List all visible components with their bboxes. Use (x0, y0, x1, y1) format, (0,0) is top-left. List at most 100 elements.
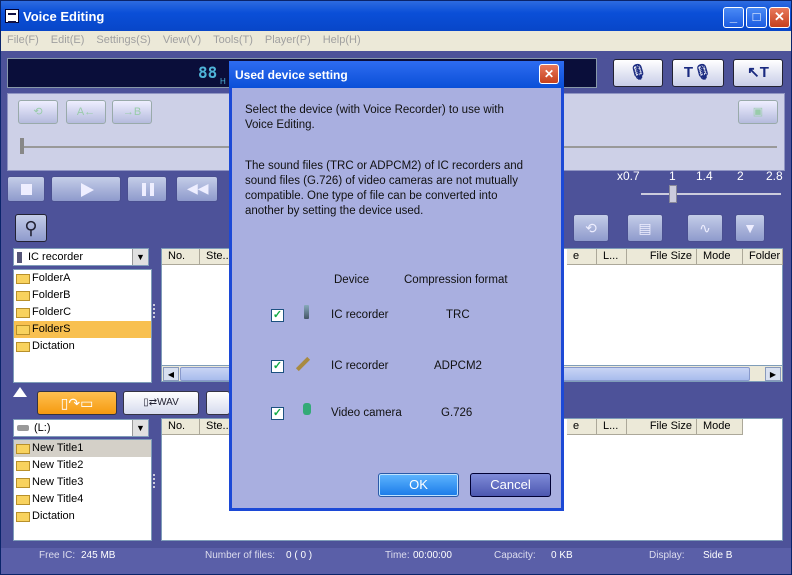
device-checkbox-video-g726[interactable]: ✓ (271, 407, 284, 420)
app-icon (5, 9, 19, 23)
chevron-down-icon[interactable]: ▼ (132, 420, 148, 436)
play-button[interactable] (51, 176, 121, 202)
folder-label: New Title3 (32, 476, 84, 488)
menu-player[interactable]: Player(P) (259, 31, 317, 46)
a-b-end-button[interactable]: →B (112, 100, 152, 124)
dialog-close-button[interactable]: ✕ (539, 64, 559, 84)
speed-label-1: 1 (669, 169, 676, 183)
folder-label: New Title2 (32, 459, 84, 471)
col-length[interactable]: L... (597, 419, 627, 435)
recorder-icon (17, 252, 22, 263)
maximize-button[interactable]: □ (746, 7, 767, 28)
col-mode[interactable]: Mode (697, 419, 743, 435)
time-label: Time: (385, 550, 410, 561)
col-file-size[interactable]: File Size (627, 249, 697, 265)
folder-open-icon (16, 325, 30, 335)
folder-dictation[interactable]: Dictation (14, 338, 151, 355)
folder-icon (16, 444, 30, 454)
split-button[interactable]: ▣ (738, 100, 778, 124)
close-icon: ✕ (543, 67, 555, 81)
col-e[interactable]: e (567, 419, 597, 435)
collapse-up-icon[interactable] (13, 387, 27, 397)
undo-button[interactable]: ⟲ (573, 214, 609, 242)
menu-help[interactable]: Help(H) (317, 31, 367, 46)
device-row-video-g726: ✓ Video camera G.726 (271, 403, 551, 427)
speed-slider-thumb[interactable] (669, 185, 677, 203)
folder-s[interactable]: FolderS (14, 321, 151, 338)
repeat-button[interactable]: ⟲ (18, 100, 58, 124)
search-icon: ⚲ (24, 218, 38, 238)
text-mic-button[interactable]: T🎙 (672, 59, 724, 87)
col-folder[interactable]: Folder (743, 249, 783, 265)
b-marker-icon: →B (122, 106, 142, 118)
drive-combo[interactable]: (L:) ▼ (13, 419, 149, 437)
folder-a[interactable]: FolderA (14, 270, 151, 287)
free-label: Free IC: (39, 550, 76, 561)
text-tool-button[interactable]: ↖T (733, 59, 783, 87)
divide-button[interactable]: ▤ (627, 214, 663, 242)
scroll-left-icon[interactable]: ◀ (163, 367, 179, 381)
col-length[interactable]: L... (597, 249, 627, 265)
folder-icon (16, 308, 30, 318)
waveform-button[interactable]: ∿ (687, 214, 723, 242)
counter-sub: H (220, 77, 226, 86)
ok-button[interactable]: OK (378, 473, 459, 497)
minimize-button[interactable]: _ (723, 7, 744, 28)
pointer-t-icon: ↖T (747, 64, 769, 81)
folder-new-title3[interactable]: New Title3 (14, 474, 151, 491)
col-file-size[interactable]: File Size (627, 419, 697, 435)
menu-edit[interactable]: Edit(E) (45, 31, 91, 46)
menu-view[interactable]: View(V) (157, 31, 207, 46)
col-e[interactable]: e (567, 249, 597, 265)
folder-b[interactable]: FolderB (14, 287, 151, 304)
speed-label-2: 1.4 (696, 169, 713, 183)
device-combo[interactable]: IC recorder ▼ (13, 248, 149, 266)
menu-file[interactable]: File(F) (1, 31, 45, 46)
splitter-handle[interactable] (153, 304, 157, 318)
extra-transfer-button[interactable] (206, 391, 230, 415)
a-b-start-button[interactable]: A← (66, 100, 106, 124)
splitter-handle[interactable] (153, 474, 157, 488)
stop-button[interactable] (7, 176, 45, 202)
device-name: IC recorder (331, 309, 389, 321)
speed-slider-track[interactable] (641, 193, 781, 195)
record-mic-button[interactable]: 🎙 (613, 59, 663, 87)
filter-icon: ▼ (743, 220, 757, 236)
folder-new-title2[interactable]: New Title2 (14, 457, 151, 474)
folder-label: FolderA (32, 272, 71, 284)
device-checkbox-ic-adpcm2[interactable]: ✓ (271, 360, 284, 373)
rewind-button[interactable]: ◀◀ (176, 176, 218, 202)
menu-bar: File(F) Edit(E) Settings(S) View(V) Tools(T)… (1, 31, 791, 51)
chevron-down-icon[interactable]: ▼ (132, 249, 148, 265)
col-mode[interactable]: Mode (697, 249, 743, 265)
dialog-note-text: The sound files (TRC or ADPCM2) of IC re… (245, 160, 524, 217)
folder-dictation-pc[interactable]: Dictation (14, 508, 151, 525)
folder-icon (16, 461, 30, 471)
col-status[interactable]: Ste... (200, 249, 230, 265)
counter-digits: 88 (198, 63, 218, 82)
menu-settings[interactable]: Settings(S) (90, 31, 156, 46)
dialog-title-bar: Used device setting ✕ (229, 61, 564, 88)
filter-button[interactable]: ▼ (735, 214, 765, 242)
folder-new-title1[interactable]: New Title1 (14, 440, 151, 457)
repeat-icon: ⟲ (33, 106, 43, 118)
close-button[interactable]: ✕ (769, 7, 790, 28)
col-no[interactable]: No. (162, 249, 200, 265)
files-value: 0 ( 0 ) (286, 550, 313, 561)
transfer-to-pc-button[interactable]: ▯↷▭ (37, 391, 117, 415)
col-status[interactable]: Ste... (200, 419, 230, 435)
device-checkbox-ic-trc[interactable]: ✓ (271, 309, 284, 322)
search-button[interactable]: ⚲ (15, 214, 47, 242)
convert-wav-button[interactable]: ▯⇄WAV (123, 391, 199, 415)
cancel-button[interactable]: Cancel (470, 473, 551, 497)
dialog-intro-text: Select the device (with Voice Recorder) … (245, 104, 504, 131)
folder-icon (16, 478, 30, 488)
col-no[interactable]: No. (162, 419, 200, 435)
pause-button[interactable] (127, 176, 167, 202)
menu-tools[interactable]: Tools(T) (207, 31, 259, 46)
folder-new-title4[interactable]: New Title4 (14, 491, 151, 508)
play-icon (81, 183, 94, 197)
scroll-right-icon[interactable]: ▶ (765, 367, 781, 381)
position-thumb[interactable] (20, 138, 24, 154)
folder-c[interactable]: FolderC (14, 304, 151, 321)
